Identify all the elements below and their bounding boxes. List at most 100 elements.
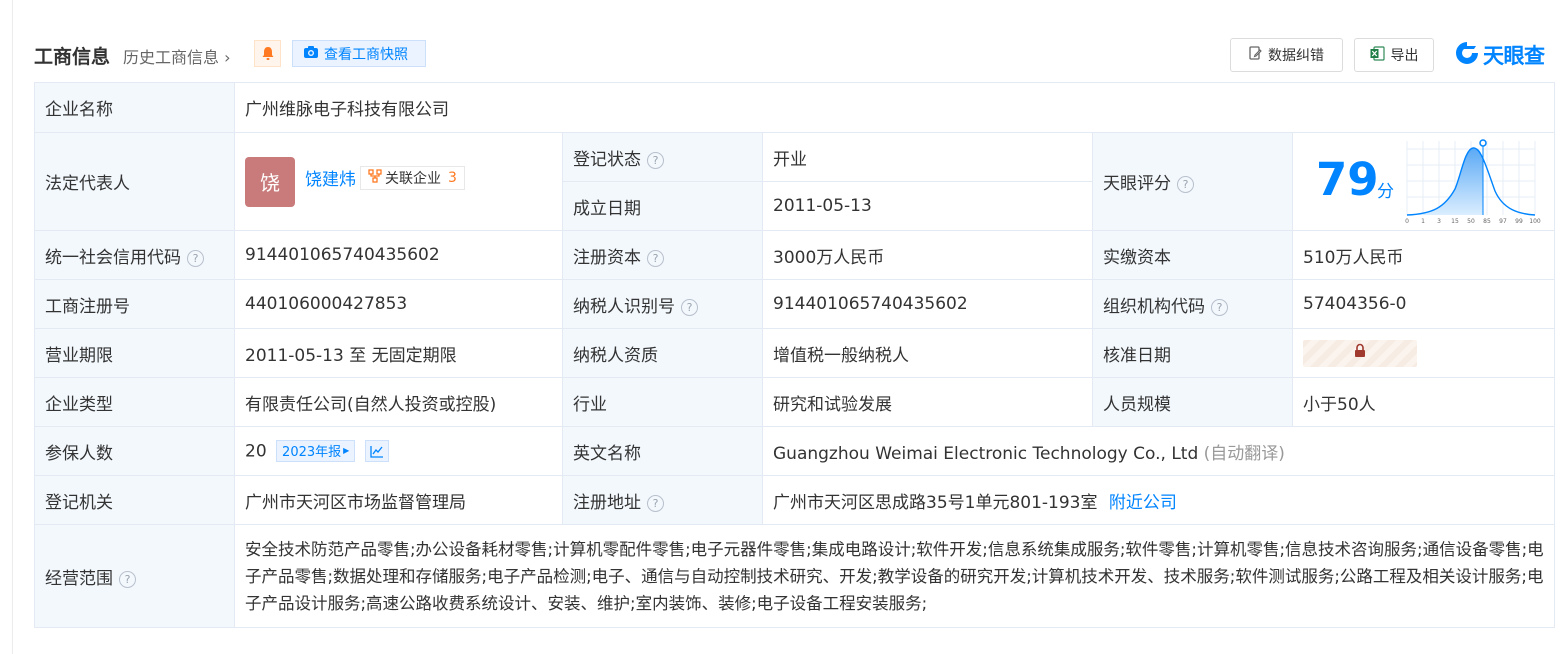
chevron-right-icon: ›: [219, 48, 231, 67]
address-label: 注册地址?: [562, 475, 763, 525]
company-name-label: 企业名称: [34, 82, 235, 133]
help-icon[interactable]: ?: [647, 151, 664, 169]
data-correct-button[interactable]: 数据纠错: [1230, 38, 1343, 72]
score-axis-tick: 1: [1421, 218, 1425, 225]
history-link-label: 历史工商信息: [123, 48, 220, 67]
annual-report-tag[interactable]: 2023年报 ▶: [276, 439, 356, 462]
help-icon[interactable]: ?: [1211, 298, 1228, 316]
related-companies-label: 关联企业: [385, 170, 441, 187]
table-row: 登记机关 广州市天河区市场监督管理局 注册地址? 广州市天河区思成路35号1单元…: [34, 475, 1555, 525]
table-row: 企业类型 有限责任公司(自然人投资或控股) 行业 研究和试验发展 人员规模 小于…: [34, 377, 1555, 427]
logo-text: 天眼查: [1483, 44, 1545, 68]
credit-code-label-text: 统一社会信用代码: [45, 247, 181, 268]
legal-rep-cell: 饶 饶建炜 关联企业 3: [234, 132, 563, 231]
reg-status-label-text: 登记状态: [573, 149, 641, 170]
section-title: 工商信息: [34, 46, 111, 68]
term-label: 营业期限: [34, 328, 235, 378]
est-date-label: 成立日期: [562, 181, 763, 231]
insured-value: 20: [245, 441, 267, 462]
reg-status-value: 开业: [762, 132, 1093, 182]
insured-label: 参保人数: [34, 426, 235, 476]
help-icon[interactable]: ?: [647, 494, 664, 512]
camera-icon: [303, 45, 319, 63]
avatar[interactable]: 饶: [245, 156, 295, 207]
paid-capital-value: 510万人民币: [1292, 230, 1555, 280]
reg-capital-label-text: 注册资本: [573, 247, 641, 268]
score-axis-tick: 0: [1405, 218, 1409, 225]
section-header: 工商信息 历史工商信息 › 查看工商快照 数据纠错 导出 天眼查: [34, 36, 1556, 72]
taxpayer-id-label: 纳税人识别号?: [562, 279, 763, 329]
approve-date-cell: [1292, 328, 1555, 378]
legal-rep-name-link[interactable]: 饶建炜: [305, 165, 356, 190]
english-name-value: Guangzhou Weimai Electronic Technology C…: [773, 443, 1199, 464]
org-code-label: 组织机构代码?: [1092, 279, 1293, 329]
bell-icon[interactable]: [254, 40, 281, 67]
score-label: 天眼评分?: [1092, 132, 1293, 231]
help-icon[interactable]: ?: [119, 570, 136, 588]
paid-capital-label: 实缴资本: [1092, 230, 1293, 280]
trend-chart-icon[interactable]: [364, 440, 389, 463]
left-border: [12, 0, 13, 654]
help-icon[interactable]: ?: [187, 249, 204, 267]
score-cell[interactable]: 79 分 0 1 3 15 50 85 97 99 100: [1292, 132, 1555, 231]
term-value: 2011-05-13 至 无固定期限: [234, 328, 563, 378]
table-row: 工商注册号 440106000427853 纳税人识别号? 9144010657…: [34, 279, 1555, 329]
staff-size-label: 人员规模: [1092, 377, 1293, 427]
annual-report-label: 2023年报: [282, 445, 342, 461]
edit-doc-icon: [1249, 45, 1262, 65]
score-axis-tick: 15: [1451, 218, 1459, 225]
industry-value: 研究和试验发展: [762, 377, 1093, 427]
snapshot-button[interactable]: 查看工商快照: [292, 40, 426, 67]
score-label-text: 天眼评分: [1103, 174, 1171, 194]
score-value: 79: [1316, 153, 1379, 206]
address-label-text: 注册地址: [573, 492, 641, 513]
taxpayer-id-label-text: 纳税人识别号: [573, 296, 675, 317]
org-code-value: 57404356-0: [1292, 279, 1555, 329]
tianyancha-logo: 天眼查: [1454, 40, 1545, 70]
related-companies-button[interactable]: 关联企业 3: [360, 165, 465, 190]
scope-label-text: 经营范围: [45, 568, 113, 589]
credit-code-value: 914401065740435602: [234, 230, 563, 280]
help-icon[interactable]: ?: [681, 298, 698, 316]
caret-right-icon: ▶: [343, 446, 350, 456]
history-link[interactable]: 历史工商信息 ›: [123, 44, 231, 68]
org-code-label-text: 组织机构代码: [1103, 296, 1205, 317]
export-button[interactable]: 导出: [1354, 38, 1434, 72]
industry-label: 行业: [562, 377, 763, 427]
lock-icon: [1353, 343, 1367, 363]
export-label: 导出: [1390, 48, 1419, 64]
taxpayer-id-value: 914401065740435602: [762, 279, 1093, 329]
reg-status-label: 登记状态?: [562, 132, 763, 182]
company-type-value: 有限责任公司(自然人投资或控股): [234, 377, 563, 427]
est-date-value: 2011-05-13: [762, 181, 1093, 231]
reg-capital-value: 3000万人民币: [762, 230, 1093, 280]
scope-label: 经营范围?: [34, 524, 235, 628]
score-axis-tick: 85: [1483, 218, 1491, 225]
authority-label: 登记机关: [34, 475, 235, 525]
english-name-cell: Guangzhou Weimai Electronic Technology C…: [762, 426, 1555, 476]
score-distribution-chart: 0 1 3 15 50 85 97 99 100: [1405, 139, 1541, 225]
nearby-companies-link[interactable]: 附近公司: [1109, 493, 1177, 513]
score-marker-dot: [1479, 139, 1487, 147]
excel-icon: [1370, 45, 1385, 65]
table-row: 参保人数 20 2023年报 ▶ 英文名称 Guangzhou Weimai El…: [34, 426, 1555, 476]
reg-capital-label: 注册资本?: [562, 230, 763, 280]
data-correct-label: 数据纠错: [1268, 48, 1324, 64]
reg-no-value: 440106000427853: [234, 279, 563, 329]
help-icon[interactable]: ?: [1177, 176, 1194, 193]
auto-translate-note: (自动翻译): [1203, 443, 1285, 464]
address-cell: 广州市天河区思成路35号1单元801-193室 附近公司: [762, 475, 1555, 525]
help-icon[interactable]: ?: [647, 249, 664, 267]
approve-date-label: 核准日期: [1092, 328, 1293, 378]
table-row: 统一社会信用代码? 914401065740435602 注册资本? 3000万…: [34, 230, 1555, 280]
relation-graph-icon: [368, 168, 382, 187]
table-row: 经营范围? 安全技术防范产品零售;办公设备耗材零售;计算机零配件零售;电子元器件…: [34, 524, 1555, 628]
address-value: 广州市天河区思成路35号1单元801-193室: [773, 492, 1098, 513]
related-companies-count: 3: [448, 169, 457, 186]
reg-no-label: 工商注册号: [34, 279, 235, 329]
vip-locked-field[interactable]: [1303, 339, 1417, 367]
score-axis-tick: 3: [1437, 218, 1441, 225]
staff-size-value: 小于50人: [1292, 377, 1555, 427]
logo-mark-icon: [1454, 40, 1480, 70]
score-axis-tick: 100: [1529, 218, 1541, 225]
